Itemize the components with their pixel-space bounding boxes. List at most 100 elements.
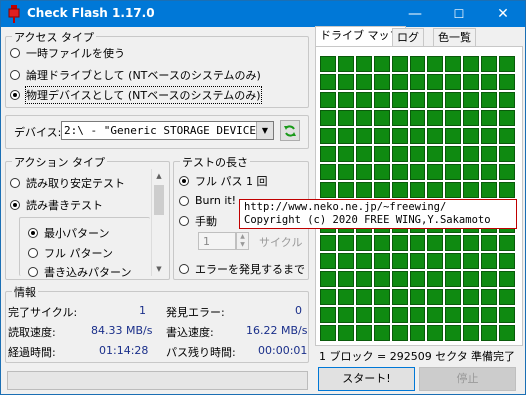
window-title: Check Flash 1.17.0 <box>27 6 155 20</box>
map-block <box>445 325 462 341</box>
access-logical-radio[interactable]: 論理ドライブとして (NTベースのシステムのみ) <box>10 67 261 83</box>
close-button[interactable]: ✕ <box>481 1 525 27</box>
stop-button[interactable]: 停止 <box>419 367 516 391</box>
usb-plug-icon <box>8 5 20 23</box>
pattern-full-radio[interactable]: フル パターン <box>28 245 113 261</box>
map-block <box>445 127 462 144</box>
map-block <box>499 56 515 72</box>
radio-dot <box>179 216 189 226</box>
map-block <box>391 289 408 306</box>
radio-dot <box>10 48 20 58</box>
map-block <box>391 127 408 144</box>
map-block <box>499 325 515 341</box>
read-speed-label: 読取速度: <box>8 326 56 339</box>
map-block <box>499 235 515 252</box>
action-scrollbar[interactable]: ▲ ▼ <box>151 169 166 276</box>
minimize-button[interactable]: — <box>393 1 437 27</box>
radio-dot-checked <box>10 200 20 210</box>
scroll-down-arrow-icon[interactable]: ▼ <box>152 262 166 276</box>
map-block <box>445 271 462 288</box>
pattern-min-radio[interactable]: 最小パターン <box>28 225 109 241</box>
block-info: 1 ブロック = 292509 セクタ <box>319 350 468 363</box>
tab-color-list[interactable]: 色一覧 <box>433 28 476 46</box>
full-pass-radio[interactable]: フル パス 1 回 <box>179 173 268 189</box>
map-block <box>320 145 336 162</box>
until-error-radio[interactable]: エラーを発見するまで <box>179 261 305 277</box>
cycles-value: 1 <box>203 235 210 248</box>
map-block <box>337 253 354 270</box>
map-block <box>320 91 336 108</box>
map-block <box>337 109 354 126</box>
spin-up-icon[interactable]: ▲ <box>237 233 248 241</box>
access-physical-label: 物理デバイスとして (NTベースのシステムのみ) <box>25 86 262 104</box>
map-block <box>373 307 390 324</box>
map-block <box>463 109 480 126</box>
device-select[interactable]: 2:\ - "Generic STORAGE DEVICE ▼ <box>61 121 274 140</box>
map-block <box>373 289 390 306</box>
pass-remaining-value: 00:00:01 <box>258 344 308 357</box>
spin-down-icon[interactable]: ▼ <box>237 241 248 249</box>
refresh-button[interactable] <box>280 120 300 141</box>
map-block <box>391 235 408 252</box>
map-block <box>337 325 354 341</box>
action-type-title: アクション タイプ <box>12 154 107 170</box>
access-logical-label: 論理ドライブとして (NTベースのシステムのみ) <box>26 69 261 82</box>
map-block <box>320 235 336 252</box>
map-block <box>337 163 354 180</box>
map-block <box>355 235 372 252</box>
start-button[interactable]: スタート! <box>318 367 415 391</box>
map-block <box>391 307 408 324</box>
map-block <box>355 307 372 324</box>
access-temp-file-radio[interactable]: 一時ファイルを使う <box>10 45 125 61</box>
map-block <box>427 73 444 90</box>
cycles-input[interactable]: 1 <box>198 232 236 250</box>
map-block <box>320 73 336 90</box>
map-block <box>499 181 515 198</box>
map-block <box>355 145 372 162</box>
burn-in-radio[interactable]: Burn it! <box>179 194 236 207</box>
tab-log[interactable]: ログ <box>392 28 424 46</box>
radio-dot <box>28 248 38 258</box>
map-block <box>355 109 372 126</box>
map-block <box>499 145 515 162</box>
map-block <box>499 163 515 180</box>
read-write-radio[interactable]: 読み書きテスト <box>10 197 103 213</box>
map-block <box>355 271 372 288</box>
map-block <box>355 253 372 270</box>
map-block <box>463 127 480 144</box>
about-tooltip: http://www.neko.ne.jp/~freewing/ Copyrig… <box>239 199 517 229</box>
map-block <box>463 181 480 198</box>
map-block <box>373 181 390 198</box>
read-stability-radio[interactable]: 読み取り安定テスト <box>10 175 125 191</box>
map-block <box>373 235 390 252</box>
scroll-thumb[interactable] <box>154 185 164 215</box>
read-speed-value: 84.33 MB/s <box>91 324 153 337</box>
radio-dot-checked <box>10 90 20 100</box>
map-block <box>499 91 515 108</box>
map-block <box>337 145 354 162</box>
app-window: Check Flash 1.17.0 — ☐ ✕ アクセス タイプ 一時ファイル… <box>0 0 526 395</box>
manual-radio[interactable]: 手動 <box>179 213 217 229</box>
map-block <box>337 181 354 198</box>
map-block <box>445 289 462 306</box>
scroll-up-arrow-icon[interactable]: ▲ <box>152 169 166 183</box>
map-block <box>481 91 498 108</box>
map-block <box>373 145 390 162</box>
maximize-button[interactable]: ☐ <box>437 1 481 27</box>
map-block <box>427 56 444 72</box>
map-block <box>391 56 408 72</box>
chevron-down-icon[interactable]: ▼ <box>256 122 273 139</box>
pattern-write-radio[interactable]: 書き込みパターン <box>28 264 131 280</box>
map-block <box>320 253 336 270</box>
completed-cycles-value: 1 <box>139 304 146 317</box>
map-block <box>355 91 372 108</box>
map-block <box>481 56 498 72</box>
cycles-spinner[interactable]: ▲ ▼ <box>236 232 249 250</box>
map-block <box>481 289 498 306</box>
device-label: デバイス: <box>14 126 62 139</box>
map-block <box>355 325 372 341</box>
access-physical-radio[interactable]: 物理デバイスとして (NTベースのシステムのみ) <box>10 86 262 104</box>
map-block <box>499 73 515 90</box>
map-block <box>499 307 515 324</box>
map-block <box>445 163 462 180</box>
